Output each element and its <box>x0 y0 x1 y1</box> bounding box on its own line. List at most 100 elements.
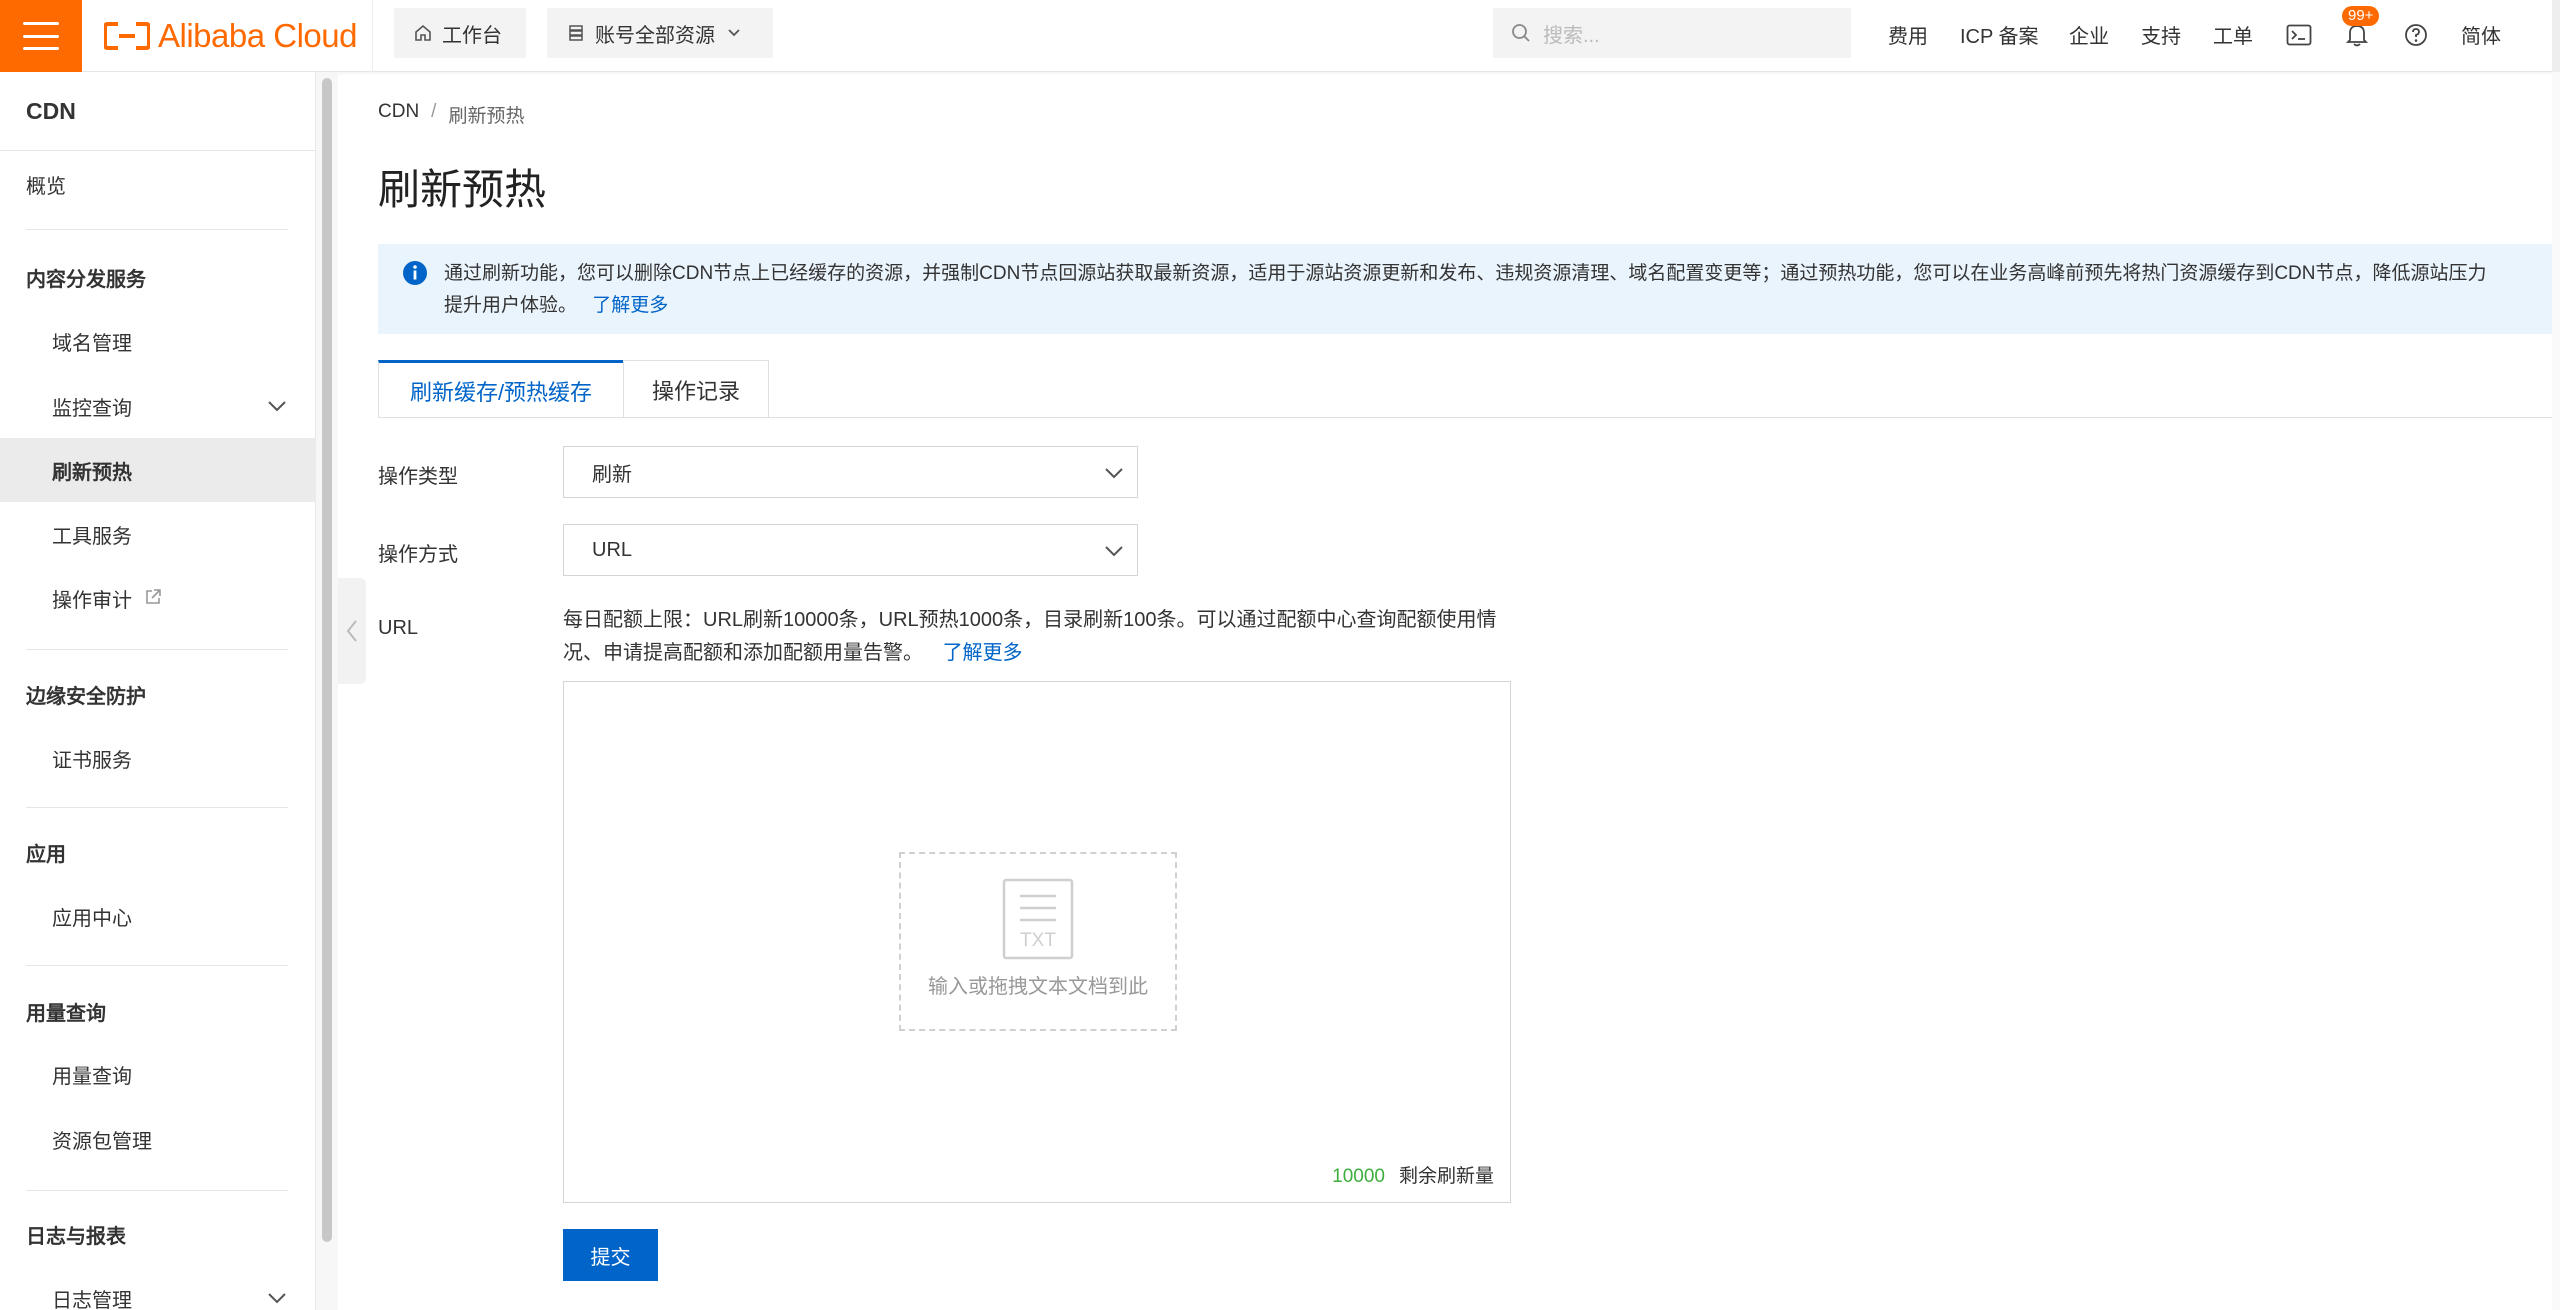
brand-name: Alibaba Cloud <box>158 17 357 54</box>
tab-refresh-prefetch[interactable]: 刷新缓存/预热缓存 <box>378 360 624 418</box>
page-title: 刷新预热 <box>378 166 547 213</box>
notification-count-badge: 99+ <box>2342 6 2380 26</box>
info-notice: 通过刷新功能，您可以删除CDN节点上已经缓存的资源，并强制CDN节点回源站获取最… <box>378 244 2560 334</box>
tab-label: 操作记录 <box>651 378 740 404</box>
product-sidebar: CDN 概览 内容分发服务 域名管理 监控查询 刷新预热 工具服务 操作审计 边… <box>0 72 316 1310</box>
bell-icon <box>2346 25 2368 47</box>
url-label: URL <box>378 617 419 639</box>
sidebar-item-label: 操作审计 <box>52 589 132 612</box>
sidebar-group-apps: 应用 <box>0 820 316 884</box>
file-drop-zone[interactable]: TXT 输入或拖拽文本文档到此 <box>899 852 1177 1031</box>
quota-description: 每日配额上限：URL刷新10000条，URL预热1000条，目录刷新100条。可… <box>563 604 1503 670</box>
sidebar-item-label: 监控查询 <box>52 397 132 420</box>
search-icon <box>1512 24 1530 42</box>
window-edge <box>2552 0 2560 72</box>
help-icon <box>2405 24 2427 46</box>
nav-link-icp[interactable]: ICP 备案 <box>1960 20 2039 49</box>
workbench-button[interactable]: 工作台 <box>394 8 526 58</box>
logo-divider <box>372 0 373 72</box>
sidebar-group-edge-security: 边缘安全防护 <box>0 662 316 726</box>
sidebar-group-label: 日志与报表 <box>26 1225 126 1248</box>
chevron-down-icon <box>1105 546 1123 557</box>
breadcrumb: CDN / 刷新预热 <box>378 101 524 128</box>
url-textarea[interactable]: TXT 输入或拖拽文本文档到此 10000 剩余刷新量 <box>563 681 1511 1203</box>
sidebar-item-refresh-prefetch[interactable]: 刷新预热 <box>0 438 316 502</box>
nav-link-support[interactable]: 支持 <box>2141 20 2181 49</box>
top-navigation-bar: Alibaba Cloud 工作台 账号全部资源 搜索... 费用 ICP 备案… <box>0 0 2560 72</box>
operation-mode-value: URL <box>592 538 633 561</box>
sidebar-item-monitoring[interactable]: 监控查询 <box>0 374 316 438</box>
home-icon <box>415 24 431 41</box>
sidebar-item-label: 应用中心 <box>52 907 132 930</box>
resource-scope-dropdown[interactable]: 账号全部资源 <box>547 8 773 58</box>
sidebar-divider <box>26 229 288 230</box>
info-icon <box>403 261 427 285</box>
chevron-down-icon <box>728 29 740 37</box>
hamburger-menu-button[interactable] <box>0 0 82 72</box>
operation-type-label: 操作类型 <box>378 466 458 488</box>
sidebar-item-resource-packages[interactable]: 资源包管理 <box>0 1107 316 1171</box>
operation-type-value: 刷新 <box>592 463 632 486</box>
remaining-count: 10000 <box>1332 1166 1385 1187</box>
breadcrumb-current: 刷新预热 <box>448 106 525 127</box>
workbench-label: 工作台 <box>442 24 502 47</box>
txt-icon-label: TXT <box>1020 930 1056 951</box>
remaining-label: 剩余刷新量 <box>1398 1166 1494 1187</box>
sidebar-collapse-button[interactable] <box>338 578 366 684</box>
sidebar-item-label: 刷新预热 <box>52 461 132 484</box>
sidebar-item-label: 日志管理 <box>52 1289 132 1310</box>
sidebar-item-label: 用量查询 <box>52 1065 132 1088</box>
nav-link-enterprise[interactable]: 企业 <box>2069 20 2109 49</box>
sidebar-item-audit[interactable]: 操作审计 <box>0 566 316 630</box>
operation-mode-select[interactable]: URL <box>563 524 1138 576</box>
chevron-down-icon <box>1105 468 1123 479</box>
chevron-down-icon <box>268 1293 286 1304</box>
chevron-down-icon <box>268 401 286 412</box>
language-switcher[interactable]: 简体 <box>2461 20 2501 49</box>
sidebar-divider <box>26 1190 288 1191</box>
breadcrumb-separator: / <box>431 101 437 122</box>
quota-learn-more-link[interactable]: 了解更多 <box>943 642 1023 664</box>
sidebar-item-app-center[interactable]: 应用中心 <box>0 884 316 948</box>
sidebar-group-usage: 用量查询 <box>0 979 316 1043</box>
notice-text-continued: 提升用户体验。 <box>444 295 578 316</box>
sidebar-group-label: 用量查询 <box>26 1002 106 1025</box>
sidebar-item-usage-query[interactable]: 用量查询 <box>0 1042 316 1106</box>
sidebar-item-label: 证书服务 <box>52 749 132 772</box>
sidebar-group-label: 边缘安全防护 <box>26 685 146 708</box>
help-button[interactable] <box>2399 18 2433 52</box>
drop-zone-text: 输入或拖拽文本文档到此 <box>928 976 1148 998</box>
quota-text-line: 每日配额上限：URL刷新10000条，URL预热1000条，目录刷新100条。可… <box>563 609 1497 631</box>
notice-text: 通过刷新功能，您可以删除CDN节点上已经缓存的资源，并强制CDN节点回源站获取最… <box>444 263 2487 284</box>
tab-operation-records[interactable]: 操作记录 <box>623 360 769 418</box>
operation-type-select[interactable]: 刷新 <box>563 446 1138 498</box>
nav-link-tickets[interactable]: 工单 <box>2213 20 2253 49</box>
sidebar-divider <box>26 965 288 966</box>
sidebar-title: CDN <box>26 98 76 124</box>
sidebar-scrollbar-thumb[interactable] <box>322 78 332 1242</box>
external-link-icon <box>146 589 161 604</box>
sidebar-item-tool-services[interactable]: 工具服务 <box>0 502 316 566</box>
cloud-shell-button[interactable] <box>2282 18 2316 52</box>
submit-button[interactable]: 提交 <box>563 1229 658 1281</box>
nav-link-billing[interactable]: 费用 <box>1888 20 1928 49</box>
alibaba-cloud-logo[interactable]: Alibaba Cloud <box>104 14 357 58</box>
page-scrollbar[interactable] <box>2552 72 2560 1310</box>
chevron-left-icon <box>346 620 357 642</box>
sidebar-item-overview[interactable]: 概览 <box>0 152 316 216</box>
sidebar-item-label: 资源包管理 <box>52 1130 152 1153</box>
global-search-input[interactable]: 搜索... <box>1493 8 1851 58</box>
terminal-icon <box>2286 24 2312 46</box>
tabs-divider <box>378 417 2560 418</box>
sidebar-item-label: 域名管理 <box>52 332 132 355</box>
sidebar-divider <box>26 649 288 650</box>
quota-text-line: 况、申请提高配额和添加配额用量告警。 <box>563 642 923 664</box>
breadcrumb-root[interactable]: CDN <box>378 101 419 128</box>
sidebar-item-certificates[interactable]: 证书服务 <box>0 726 316 790</box>
search-placeholder: 搜索... <box>1543 24 1600 47</box>
learn-more-link[interactable]: 了解更多 <box>592 295 668 316</box>
sidebar-item-domain-management[interactable]: 域名管理 <box>0 309 316 373</box>
remaining-quota-counter: 10000 剩余刷新量 <box>1332 1161 1494 1188</box>
resource-scope-label: 账号全部资源 <box>595 24 715 47</box>
sidebar-item-log-management[interactable]: 日志管理 <box>0 1266 316 1310</box>
